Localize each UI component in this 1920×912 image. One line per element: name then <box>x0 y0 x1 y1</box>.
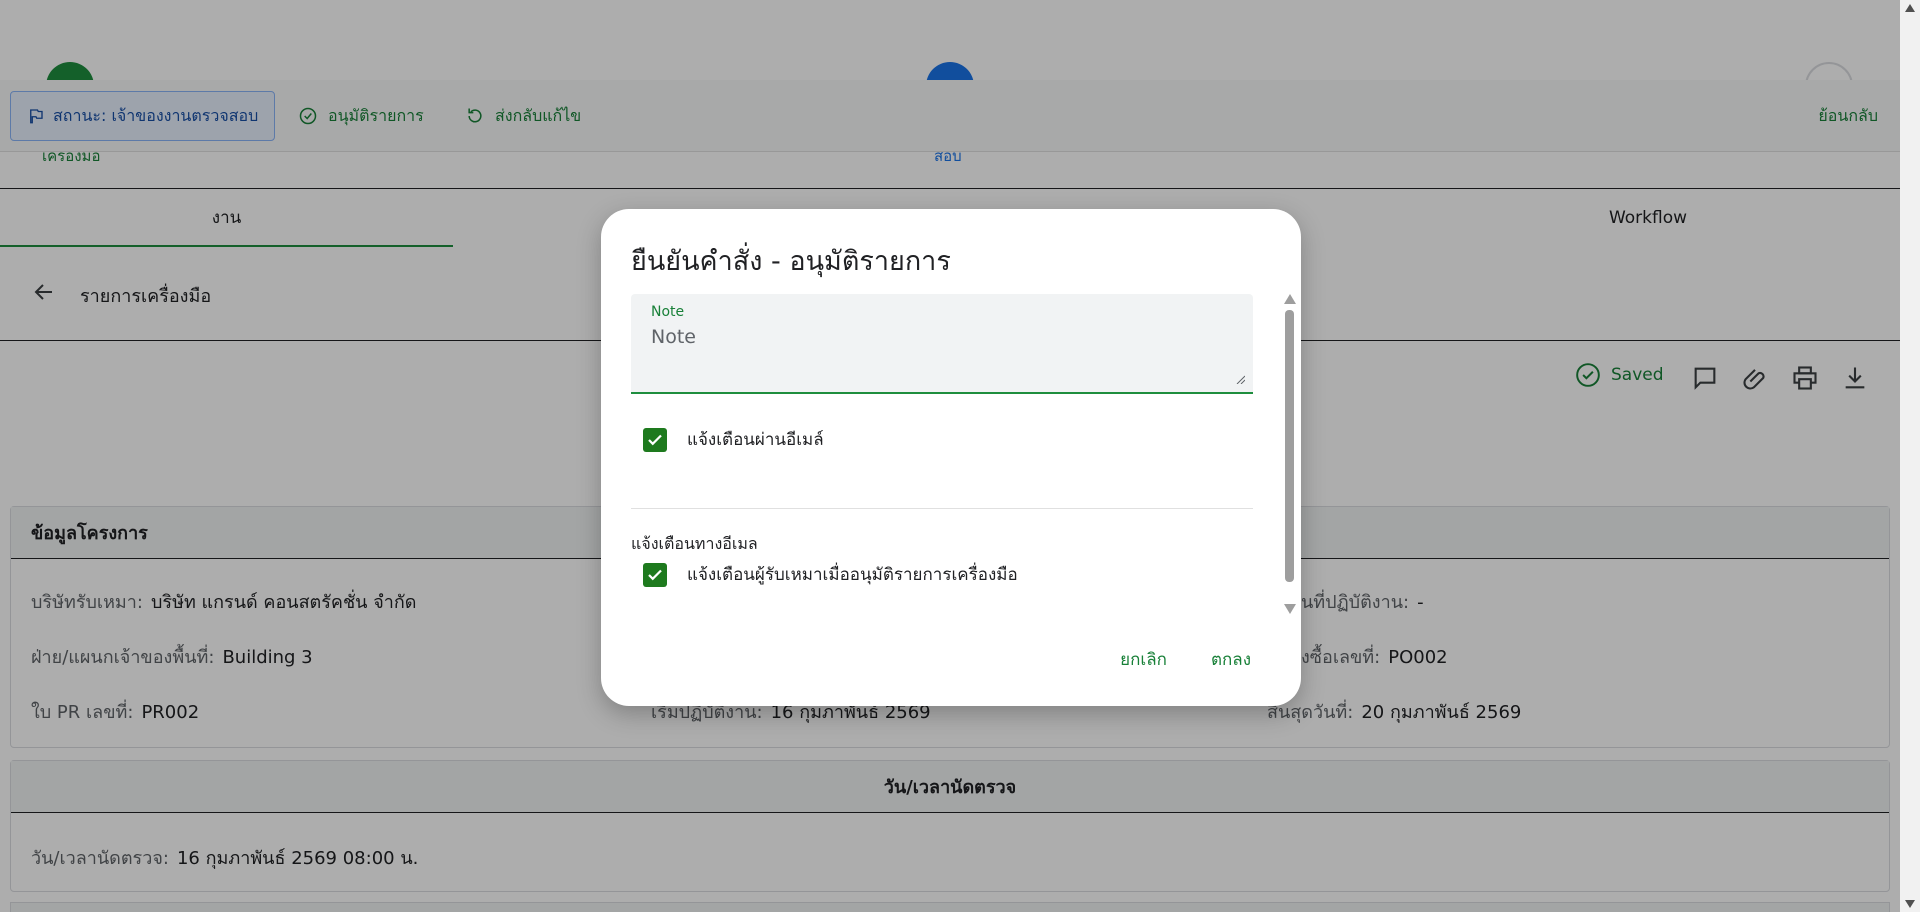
divider <box>631 508 1253 509</box>
scroll-down-arrow[interactable] <box>1905 900 1915 908</box>
scrollbar-thumb[interactable] <box>1285 310 1294 582</box>
section-label: แจ้งเตือนทางอีเมล <box>631 534 758 553</box>
dialog-actions: ยกเลิก ตกลง <box>1120 646 1251 673</box>
resize-grip-icon[interactable] <box>1235 374 1245 384</box>
confirm-dialog: ยืนยันคำสั่ง - อนุมัติรายการ Note Note แ… <box>601 209 1301 706</box>
dialog-body: Note Note แจ้งเตือนผ่านอีเมล์ แจ้งเตือนท… <box>631 294 1253 624</box>
contractor-notify-checkbox-row[interactable]: แจ้งเตือนผู้รับเหมาเมื่ออนุมัติรายการเคร… <box>643 561 1018 588</box>
scroll-up-arrow[interactable] <box>1284 294 1296 304</box>
cancel-button[interactable]: ยกเลิก <box>1120 646 1167 673</box>
ok-button[interactable]: ตกลง <box>1211 646 1251 673</box>
note-field[interactable]: Note Note <box>631 294 1253 394</box>
dialog-scrollbar[interactable] <box>1283 294 1297 614</box>
email-notify-checkbox-row[interactable]: แจ้งเตือนผ่านอีเมล์ <box>643 426 824 453</box>
email-notify-label: แจ้งเตือนผ่านอีเมล์ <box>687 430 824 450</box>
scroll-down-arrow[interactable] <box>1284 604 1296 614</box>
note-input[interactable]: Note <box>651 326 696 348</box>
contractor-notify-checkbox[interactable] <box>643 562 667 587</box>
contractor-notify-label: แจ้งเตือนผู้รับเหมาเมื่ออนุมัติรายการเคร… <box>687 565 1018 585</box>
dialog-title: ยืนยันคำสั่ง - อนุมัติรายการ <box>631 246 951 277</box>
check-icon <box>648 569 662 580</box>
check-icon <box>648 434 662 445</box>
email-notify-checkbox[interactable] <box>643 427 667 452</box>
note-label: Note <box>651 304 685 320</box>
scroll-up-arrow[interactable] <box>1905 4 1915 12</box>
page-scrollbar[interactable] <box>1900 0 1920 912</box>
